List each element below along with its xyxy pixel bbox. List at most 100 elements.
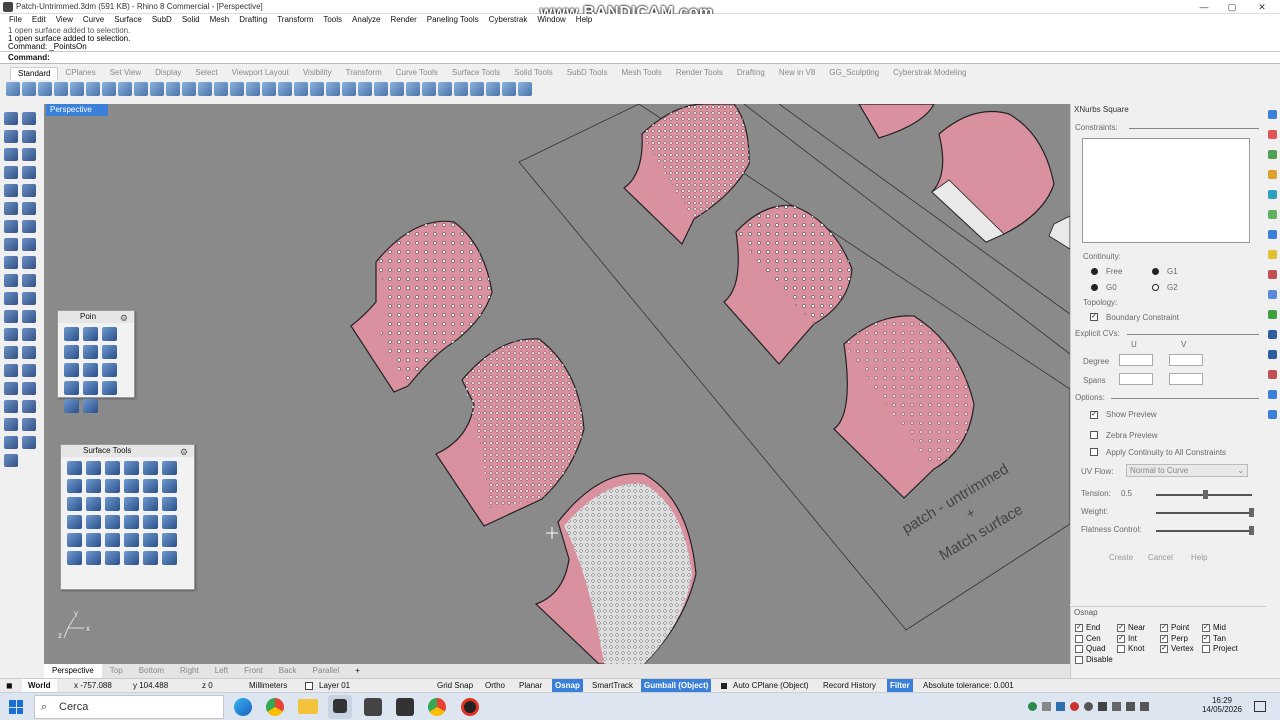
close-button[interactable]: ✕ <box>1250 0 1274 14</box>
offset-surface-icon[interactable] <box>143 461 158 475</box>
loft-icon[interactable] <box>22 238 36 251</box>
select-arrow-icon[interactable] <box>4 112 18 125</box>
boundary-constraint-checkbox[interactable]: ✓ <box>1090 313 1098 321</box>
zoom-icon[interactable] <box>182 82 196 96</box>
osnap-checkbox[interactable] <box>1075 634 1083 643</box>
fit-surface-icon[interactable] <box>162 497 177 511</box>
point-icon[interactable] <box>22 112 36 125</box>
copy-icon[interactable] <box>102 82 116 96</box>
move-uvn-icon[interactable] <box>102 363 117 377</box>
globe-icon[interactable] <box>502 82 516 96</box>
tab-cplanes[interactable]: CPlanes <box>58 67 102 80</box>
trim-icon[interactable] <box>4 346 18 359</box>
spans-v-input[interactable] <box>1169 373 1203 385</box>
gear-icon[interactable]: ⚙ <box>180 446 188 458</box>
tab-render-tools[interactable]: Render Tools <box>669 67 730 80</box>
help-panel-icon[interactable] <box>1268 170 1277 179</box>
osnap-item-tan[interactable]: ✓ Tan <box>1202 634 1226 643</box>
tray-icon[interactable] <box>1084 702 1093 711</box>
continuity-free-radio[interactable] <box>1091 268 1098 275</box>
osnap-checkbox[interactable]: ✓ <box>1160 634 1168 643</box>
rebuild-surface-icon[interactable] <box>124 479 139 493</box>
move-icon[interactable] <box>4 292 18 305</box>
fillet-surface-icon[interactable] <box>67 461 82 475</box>
osnap-checkbox[interactable]: ✓ <box>1160 645 1168 653</box>
symmetry-icon[interactable] <box>105 515 120 529</box>
tab-bottom[interactable]: Bottom <box>131 664 172 678</box>
cplane-icon[interactable] <box>278 82 292 96</box>
freeform-icon[interactable] <box>22 184 36 197</box>
deg-icon[interactable] <box>67 515 82 529</box>
print-icon[interactable] <box>54 82 68 96</box>
check-icon[interactable] <box>4 436 18 449</box>
command-input[interactable]: Command: <box>0 52 1280 64</box>
chamfer-icon[interactable] <box>105 461 120 475</box>
tray-icon[interactable] <box>1098 702 1107 711</box>
paint-icon[interactable] <box>22 436 36 449</box>
curvature-icon[interactable] <box>105 533 120 547</box>
tab-parallel[interactable]: Parallel <box>305 664 348 678</box>
match-surface-icon[interactable] <box>67 479 82 493</box>
cancel-button[interactable]: Cancel <box>1148 553 1173 562</box>
tab-front[interactable]: Front <box>236 664 271 678</box>
degree-v-input[interactable] <box>1169 354 1203 366</box>
volume-icon[interactable] <box>1140 702 1149 711</box>
tab-left[interactable]: Left <box>207 664 236 678</box>
shrink-trim-icon[interactable] <box>162 479 177 493</box>
sun-icon[interactable] <box>470 82 484 96</box>
osnap-item-end[interactable]: ✓ End <box>1075 623 1100 632</box>
edit-point-icon[interactable] <box>102 327 117 341</box>
lock-icon[interactable] <box>358 82 372 96</box>
constraints-list[interactable] <box>1082 138 1250 243</box>
notes-panel-icon[interactable] <box>1268 390 1277 399</box>
osnap-item-point[interactable]: ✓ Point <box>1160 623 1189 632</box>
save-icon[interactable] <box>38 82 52 96</box>
planar-toggle[interactable]: Planar <box>519 679 542 693</box>
network-srf-icon[interactable] <box>143 515 158 529</box>
options-icon[interactable] <box>486 82 500 96</box>
dimension-icon[interactable] <box>4 382 18 395</box>
color-wheel-icon[interactable] <box>390 82 404 96</box>
tab-perspective[interactable]: Perspective <box>44 664 102 678</box>
flatness-slider-thumb[interactable] <box>1249 526 1254 535</box>
tab-set-view[interactable]: Set View <box>103 67 148 80</box>
textures-panel-icon[interactable] <box>1268 290 1277 299</box>
tension-slider-thumb[interactable] <box>1202 490 1208 499</box>
menu-paneling-tools[interactable]: Paneling Tools <box>422 14 484 27</box>
shell-icon[interactable] <box>86 533 101 547</box>
help-icon[interactable] <box>518 82 532 96</box>
menu-mesh[interactable]: Mesh <box>205 14 235 27</box>
osnap-item-perp[interactable]: ✓ Perp <box>1160 634 1188 643</box>
filter-toggle[interactable]: Filter <box>887 679 913 693</box>
rendered-icon[interactable] <box>422 82 436 96</box>
change-degree-icon[interactable] <box>143 479 158 493</box>
open-file-icon[interactable] <box>22 82 36 96</box>
analyze-icon[interactable] <box>4 400 18 413</box>
sun-panel-icon[interactable] <box>1268 330 1277 339</box>
taskbar-search-input[interactable]: ⌕ Cerca <box>34 695 224 719</box>
notifications-icon[interactable] <box>1254 701 1266 712</box>
tab-surface-tools[interactable]: Surface Tools <box>445 67 507 80</box>
tray-icon[interactable] <box>1056 702 1065 711</box>
bandicam-record-icon[interactable] <box>461 698 479 716</box>
cut-icon[interactable] <box>86 82 100 96</box>
fillet-icon[interactable] <box>4 202 18 215</box>
environment-panel-icon[interactable] <box>1268 270 1277 279</box>
variable-fillet-icon[interactable] <box>86 461 101 475</box>
join-surface-icon[interactable] <box>105 497 120 511</box>
isocurve-icon[interactable] <box>67 551 82 565</box>
tray-icon[interactable] <box>1070 702 1079 711</box>
tab-solid-tools[interactable]: Solid Tools <box>507 67 560 80</box>
record-history-toggle[interactable]: Record History <box>823 679 876 693</box>
degree-u-input[interactable] <box>1119 354 1153 366</box>
zebra-icon[interactable] <box>22 400 36 413</box>
zoom-window-icon[interactable] <box>198 82 212 96</box>
curve-icon[interactable] <box>22 130 36 143</box>
insert-point-icon[interactable] <box>83 363 98 377</box>
weight-slider[interactable] <box>1156 512 1252 514</box>
select-icon[interactable] <box>326 82 340 96</box>
array-icon[interactable] <box>4 328 18 341</box>
circle-icon[interactable] <box>4 148 18 161</box>
split-surface-icon[interactable] <box>86 497 101 511</box>
extend-surface-icon[interactable] <box>162 461 177 475</box>
